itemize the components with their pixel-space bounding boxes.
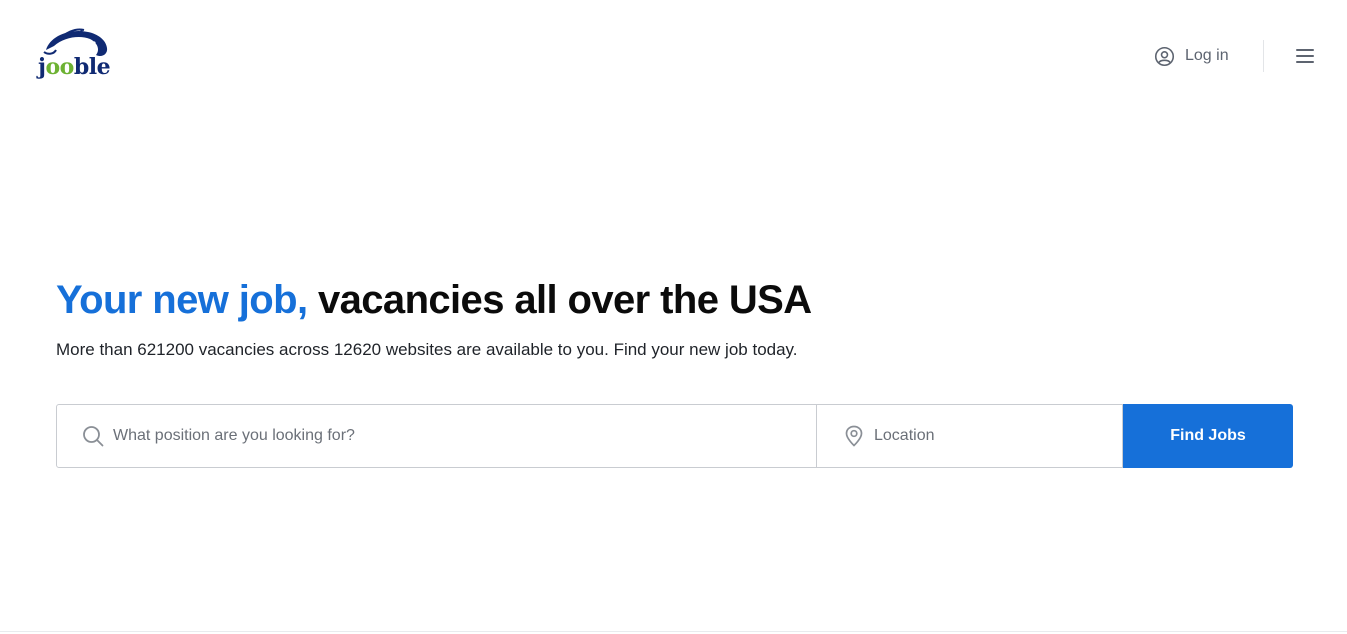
job-search-form: Find Jobs	[56, 404, 1293, 468]
search-icon	[83, 426, 104, 447]
location-input[interactable]	[874, 405, 1122, 467]
hamburger-menu-icon	[1296, 49, 1314, 63]
page-subtitle: More than 621200 vacancies across 12620 …	[56, 340, 798, 359]
header-divider	[1263, 40, 1264, 72]
position-input[interactable]	[113, 405, 816, 467]
headline-accent: Your new job,	[56, 278, 308, 322]
position-field[interactable]	[56, 404, 817, 468]
jooble-logo[interactable]: jooble	[36, 28, 111, 84]
logo-text-ble: ble	[73, 54, 111, 80]
page-title: Your new job, vacancies all over the USA	[56, 276, 812, 324]
user-circle-icon	[1154, 46, 1175, 66]
logo-wordmark: jooble	[38, 54, 111, 80]
section-divider	[0, 631, 1347, 632]
find-jobs-button[interactable]: Find Jobs	[1123, 404, 1293, 468]
page: jooble Log in Your new job, vacancies al…	[0, 0, 1347, 634]
login-button[interactable]: Log in	[1154, 44, 1229, 68]
map-pin-icon	[845, 425, 863, 447]
logo-text-oo: oo	[45, 54, 74, 80]
location-field[interactable]	[817, 404, 1123, 468]
headline-rest: vacancies all over the USA	[307, 278, 812, 322]
menu-button[interactable]	[1292, 46, 1318, 66]
login-label: Log in	[1185, 47, 1229, 64]
